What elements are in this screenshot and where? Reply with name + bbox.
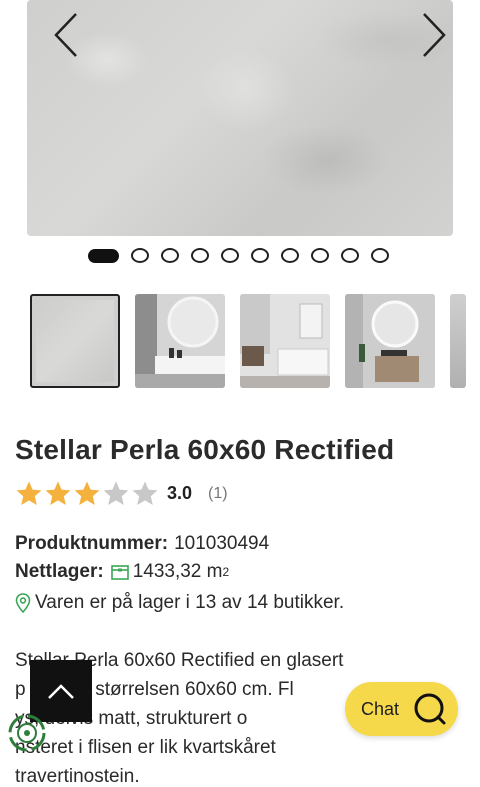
gallery-next-button[interactable] xyxy=(417,10,449,60)
online-stock-label: Nettlager: xyxy=(15,561,104,582)
product-number-value: 101030494 xyxy=(174,533,270,554)
pagination-dot[interactable] xyxy=(191,248,209,263)
pagination-dot[interactable] xyxy=(161,248,179,263)
online-stock-unit-exponent: 2 xyxy=(222,565,230,579)
rating-stars xyxy=(15,480,159,507)
chat-bubble-icon xyxy=(414,693,446,725)
star-filled-icon xyxy=(16,481,42,505)
rating-value: 3.0 xyxy=(167,483,193,503)
rating-count[interactable]: (1) xyxy=(208,485,228,503)
location-pin-icon xyxy=(15,593,31,613)
thumbnail-bathroom-lit-mirror[interactable] xyxy=(345,294,435,388)
chevron-left-icon xyxy=(54,13,77,57)
star-empty-icon xyxy=(103,481,129,505)
pagination-dot[interactable] xyxy=(281,248,299,263)
accessibility-badge[interactable] xyxy=(8,714,46,752)
product-rating[interactable]: 3.0 (1) xyxy=(15,480,228,507)
gallery-prev-button[interactable] xyxy=(51,10,83,60)
recycle-badge-icon xyxy=(8,714,46,752)
thumbnail-strip xyxy=(30,294,466,388)
thumbnail-partial[interactable] xyxy=(450,294,466,388)
product-number-label: Produktnummer: xyxy=(15,533,169,554)
store-availability-text: Varen er på lager i 13 av 14 butikker. xyxy=(35,592,345,613)
chat-button[interactable]: Chat xyxy=(345,682,458,736)
chevron-right-icon xyxy=(423,13,446,57)
product-image-gallery[interactable] xyxy=(27,0,453,236)
chevron-up-icon xyxy=(48,684,74,699)
thumbnail-bathroom-mirror[interactable] xyxy=(135,294,225,388)
thumbnail-bathroom-bathtub[interactable] xyxy=(240,294,330,388)
scroll-to-top-button[interactable] xyxy=(30,660,92,722)
star-empty-icon xyxy=(132,481,158,505)
description-line: travertinostein. xyxy=(15,766,140,787)
product-number-row: Produktnummer: 101030494 xyxy=(15,533,269,555)
chat-label: Chat xyxy=(361,698,400,719)
pagination-dot[interactable] xyxy=(251,248,269,263)
online-stock-value: 1433,32 m xyxy=(132,561,223,582)
pagination-dot[interactable] xyxy=(371,248,389,263)
pagination-dot-active[interactable] xyxy=(88,248,119,263)
pagination-dot[interactable] xyxy=(311,248,329,263)
thumbnail-tile-texture[interactable] xyxy=(30,294,120,388)
store-availability-row[interactable]: Varen er på lager i 13 av 14 butikker. xyxy=(15,592,344,614)
gallery-pagination xyxy=(88,248,389,263)
pagination-dot[interactable] xyxy=(131,248,149,263)
product-title: Stellar Perla 60x60 Rectified xyxy=(15,434,395,465)
description-line: nsteret i flisen er lik kvartskåret xyxy=(15,737,276,758)
star-filled-icon xyxy=(74,481,100,505)
pagination-dot[interactable] xyxy=(341,248,359,263)
box-icon xyxy=(110,565,129,580)
star-filled-icon xyxy=(45,481,71,505)
pagination-dot[interactable] xyxy=(221,248,239,263)
online-stock-row: Nettlager: 1433,32 m2 xyxy=(15,561,229,583)
